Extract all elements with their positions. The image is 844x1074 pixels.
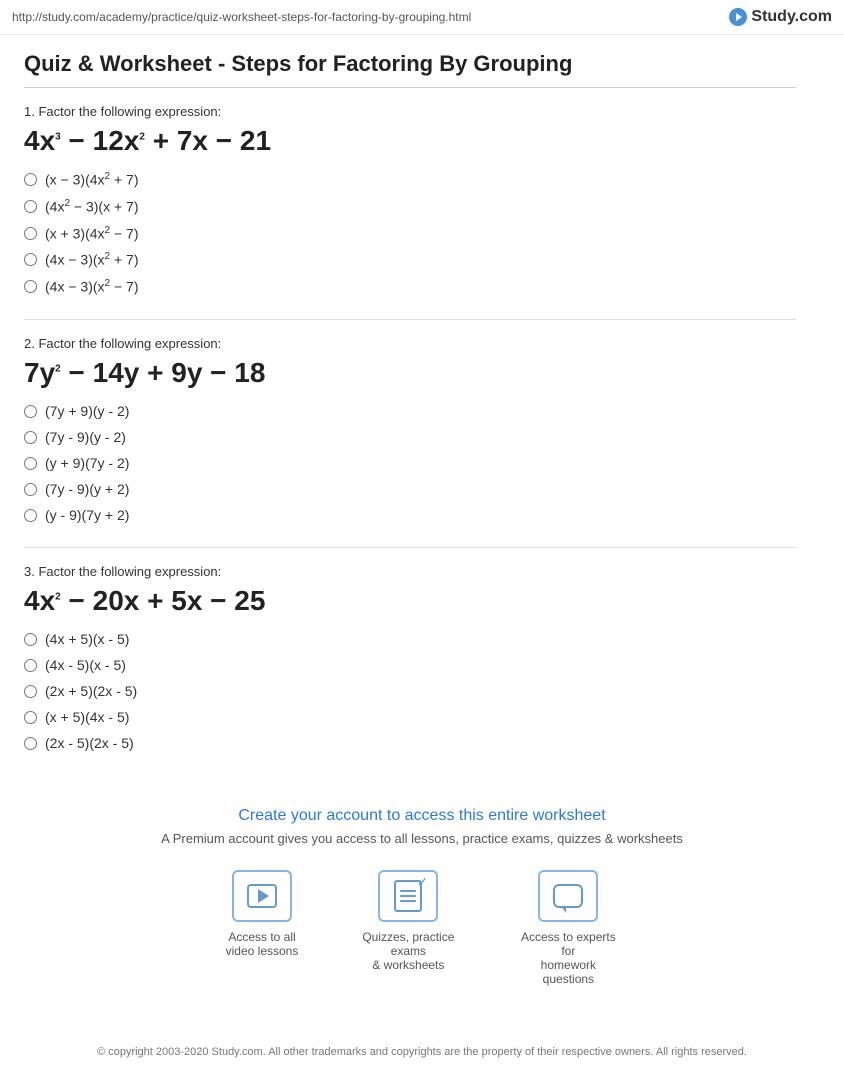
question-2-option-4[interactable]: (7y - 9)(y + 2) xyxy=(24,481,796,497)
question-2-option-1[interactable]: (7y + 9)(y - 2) xyxy=(24,403,796,419)
question-3-expression: 4x2 − 20x + 5x − 25 xyxy=(24,583,796,619)
radio-1-5[interactable] xyxy=(24,280,37,293)
option-text-3-5: (2x - 5)(2x - 5) xyxy=(45,735,134,751)
question-1-expression: 4x3 − 12x2 + 7x − 21 xyxy=(24,123,796,159)
cta-icon-video xyxy=(232,870,292,922)
option-text-3-4: (x + 5)(4x - 5) xyxy=(45,709,129,725)
question-2-label: 2. Factor the following expression: xyxy=(24,336,796,351)
question-3-option-2[interactable]: (4x - 5)(x - 5) xyxy=(24,657,796,673)
radio-1-4[interactable] xyxy=(24,253,37,266)
option-text-2-4: (7y - 9)(y + 2) xyxy=(45,481,129,497)
cta-icon-label-2: Quizzes, practice exams& worksheets xyxy=(358,930,458,972)
question-2-expression: 7y2 − 14y + 9y − 18 xyxy=(24,355,796,391)
option-text-2-3: (y + 9)(7y - 2) xyxy=(45,455,129,471)
logo-icon xyxy=(729,8,747,26)
option-text-1-2: (4x2 − 3)(x + 7) xyxy=(45,198,138,215)
question-1-option-1[interactable]: (x − 3)(4x2 + 7) xyxy=(24,171,796,188)
main-content: Quiz & Worksheet - Steps for Factoring B… xyxy=(0,35,820,751)
chat-bubble-icon xyxy=(553,884,583,908)
question-3-option-1[interactable]: (4x + 5)(x - 5) xyxy=(24,631,796,647)
question-3-label: 3. Factor the following expression: xyxy=(24,564,796,579)
radio-1-1[interactable] xyxy=(24,173,37,186)
question-2-option-5[interactable]: (y - 9)(7y + 2) xyxy=(24,507,796,523)
option-text-1-5: (4x − 3)(x2 − 7) xyxy=(45,278,138,295)
question-3-option-4[interactable]: (x + 5)(4x - 5) xyxy=(24,709,796,725)
radio-3-3[interactable] xyxy=(24,685,37,698)
option-text-3-3: (2x + 5)(2x - 5) xyxy=(45,683,137,699)
option-text-3-2: (4x - 5)(x - 5) xyxy=(45,657,126,673)
option-text-2-1: (7y + 9)(y - 2) xyxy=(45,403,129,419)
question-1-option-4[interactable]: (4x − 3)(x2 + 7) xyxy=(24,251,796,268)
cta-icon-label-3: Access to experts forhomework questions xyxy=(518,930,618,986)
radio-2-4[interactable] xyxy=(24,483,37,496)
cta-section: Create your account to access this entir… xyxy=(0,775,844,1036)
url-bar: http://study.com/academy/practice/quiz-w… xyxy=(12,10,471,24)
cta-title: Create your account to access this entir… xyxy=(20,807,824,825)
option-text-2-5: (y - 9)(7y + 2) xyxy=(45,507,129,523)
cta-icon-label-1: Access to allvideo lessons xyxy=(226,930,299,958)
question-3-options: (4x + 5)(x - 5) (4x - 5)(x - 5) (2x + 5)(2… xyxy=(24,631,796,751)
cta-icons: Access to allvideo lessons ✓ Quizzes, prac… xyxy=(20,870,824,986)
radio-2-3[interactable] xyxy=(24,457,37,470)
question-3: 3. Factor the following expression: 4x2 −… xyxy=(24,564,796,751)
question-2: 2. Factor the following expression: 7y2 −… xyxy=(24,336,796,523)
question-3-option-5[interactable]: (2x - 5)(2x - 5) xyxy=(24,735,796,751)
question-1-option-3[interactable]: (x + 3)(4x2 − 7) xyxy=(24,225,796,242)
question-1-options: (x − 3)(4x2 + 7) (4x2 − 3)(x + 7) (x + 3)(… xyxy=(24,171,796,294)
page-title: Quiz & Worksheet - Steps for Factoring B… xyxy=(24,51,796,88)
question-2-option-2[interactable]: (7y - 9)(y - 2) xyxy=(24,429,796,445)
question-1-option-2[interactable]: (4x2 − 3)(x + 7) xyxy=(24,198,796,215)
logo-text: Study.com xyxy=(751,8,832,26)
radio-3-4[interactable] xyxy=(24,711,37,724)
cta-icon-item-2: ✓ Quizzes, practice exams& worksheets xyxy=(358,870,458,986)
cta-subtitle: A Premium account gives you access to al… xyxy=(20,831,824,846)
question-2-options: (7y + 9)(y - 2) (7y - 9)(y - 2) (y + 9)(7y… xyxy=(24,403,796,523)
cta-icon-chat xyxy=(538,870,598,922)
radio-3-2[interactable] xyxy=(24,659,37,672)
question-1-option-5[interactable]: (4x − 3)(x2 − 7) xyxy=(24,278,796,295)
question-1-label: 1. Factor the following expression: xyxy=(24,104,796,119)
radio-1-3[interactable] xyxy=(24,227,37,240)
option-text-3-1: (4x + 5)(x - 5) xyxy=(45,631,129,647)
logo-area: Study.com xyxy=(729,8,832,26)
question-2-option-3[interactable]: (y + 9)(7y - 2) xyxy=(24,455,796,471)
radio-2-2[interactable] xyxy=(24,431,37,444)
option-text-2-2: (7y - 9)(y - 2) xyxy=(45,429,126,445)
cta-icon-item-1: Access to allvideo lessons xyxy=(226,870,299,986)
play-triangle-icon xyxy=(258,889,269,903)
radio-1-2[interactable] xyxy=(24,200,37,213)
radio-3-5[interactable] xyxy=(24,737,37,750)
radio-3-1[interactable] xyxy=(24,633,37,646)
option-text-1-3: (x + 3)(4x2 − 7) xyxy=(45,225,138,242)
radio-2-1[interactable] xyxy=(24,405,37,418)
quiz-icon: ✓ xyxy=(394,880,422,912)
cta-icon-item-3: Access to experts forhomework questions xyxy=(518,870,618,986)
question-3-option-3[interactable]: (2x + 5)(2x - 5) xyxy=(24,683,796,699)
cta-icon-quiz: ✓ xyxy=(378,870,438,922)
option-text-1-4: (4x − 3)(x2 + 7) xyxy=(45,251,138,268)
questions-container: 1. Factor the following expression: 4x3 −… xyxy=(24,104,796,751)
option-text-1-1: (x − 3)(4x2 + 7) xyxy=(45,171,138,188)
radio-2-5[interactable] xyxy=(24,509,37,522)
top-bar: http://study.com/academy/practice/quiz-w… xyxy=(0,0,844,35)
question-1: 1. Factor the following expression: 4x3 −… xyxy=(24,104,796,295)
footer: © copyright 2003-2020 Study.com. All oth… xyxy=(0,1036,844,1074)
